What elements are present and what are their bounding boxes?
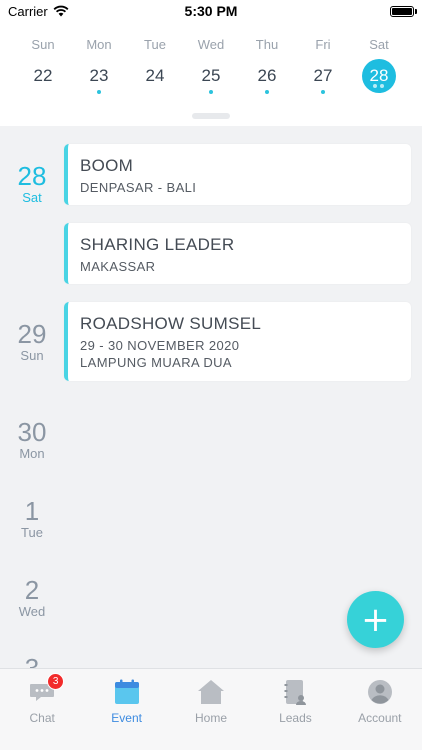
chat-icon: 3 — [28, 673, 65, 706]
event-location: LAMPUNG MUARA DUA — [80, 355, 232, 370]
account-icon — [366, 678, 394, 706]
day-name: Sat — [369, 37, 389, 52]
tab-leads[interactable]: Leads — [253, 669, 337, 750]
date-day-name: Sun — [20, 348, 44, 363]
day-name: Sun — [31, 37, 55, 52]
date-label: 29 Sun — [0, 320, 64, 363]
day-name: Tue — [144, 37, 166, 52]
day-number: 28 — [369, 66, 389, 85]
leads-icon — [281, 678, 309, 706]
day-name: Fri — [315, 37, 331, 52]
date-day-name: Tue — [21, 525, 43, 540]
day-tue[interactable]: Tue 24 — [127, 22, 183, 93]
event-location: MAKASSAR — [80, 259, 156, 274]
wifi-icon — [53, 5, 69, 17]
event-dots — [373, 84, 384, 88]
event-title: BOOM — [80, 156, 134, 175]
event-dates: 29 - 30 NOVEMBER 2020 — [80, 338, 240, 353]
day-name: Mon — [86, 37, 112, 52]
tab-home[interactable]: Home — [169, 669, 253, 750]
date-label: 30 Mon — [0, 418, 64, 461]
calendar-icon — [113, 678, 141, 706]
tab-chat[interactable]: 3 Chat — [0, 669, 84, 750]
tab-event[interactable]: Event — [84, 669, 168, 750]
event-location: DENPASAR - BALI — [80, 180, 197, 195]
week-days: Sun 22 Mon 23 Tue 24 Wed 25 Thu 26 Fri 2… — [0, 22, 422, 94]
day-number: 27 — [313, 66, 333, 85]
date-label: 2 Wed — [0, 576, 64, 619]
date-number: 28 — [17, 161, 47, 191]
day-sun[interactable]: Sun 22 — [15, 22, 71, 93]
status-bar: Carrier 5:30 PM — [0, 0, 422, 22]
day-thu[interactable]: Thu 26 — [239, 22, 295, 94]
tab-label: Event — [111, 711, 142, 725]
day-name: Wed — [197, 37, 225, 52]
date-number: 29 — [17, 319, 47, 349]
battery-icon — [390, 5, 417, 17]
day-number: 24 — [145, 66, 165, 85]
event-card[interactable]: BOOM DENPASAR - BALI — [64, 144, 411, 205]
tab-bar: 3 Chat Event Home Leads Account — [0, 668, 422, 750]
status-left: Carrier — [8, 4, 69, 19]
day-number: 22 — [33, 66, 53, 85]
day-mon[interactable]: Mon 23 — [71, 22, 127, 94]
day-number-wrap: 25 — [194, 59, 228, 94]
date-label-today: 28 Sat — [0, 162, 64, 205]
event-dot — [321, 90, 325, 94]
week-strip: Sun 22 Mon 23 Tue 24 Wed 25 Thu 26 Fri 2… — [0, 22, 422, 126]
add-event-button[interactable]: + — [347, 591, 404, 648]
date-number: 3 — [24, 653, 40, 668]
day-number-wrap: 23 — [82, 59, 116, 94]
event-card[interactable]: SHARING LEADER MAKASSAR — [64, 223, 411, 284]
event-dot — [97, 90, 101, 94]
tab-label: Home — [195, 711, 228, 725]
day-number-wrap: 24 — [138, 59, 172, 93]
tab-label: Account — [358, 711, 402, 725]
date-number: 1 — [24, 496, 40, 526]
day-number: 25 — [201, 66, 221, 85]
agenda-list[interactable]: 28 Sat BOOM DENPASAR - BALI SHARING LEAD… — [0, 126, 422, 668]
date-label: 1 Tue — [0, 497, 64, 540]
day-number: 26 — [257, 66, 277, 85]
event-dot — [209, 90, 213, 94]
carrier-label: Carrier — [8, 3, 48, 19]
day-number: 23 — [89, 66, 109, 85]
day-name: Thu — [255, 37, 279, 52]
tab-label: Chat — [29, 711, 55, 725]
day-number-wrap: 27 — [306, 59, 340, 94]
plus-icon: + — [361, 599, 390, 640]
home-icon — [197, 678, 225, 706]
unread-badge: 3 — [47, 673, 65, 690]
date-number: 2 — [24, 575, 40, 605]
tab-account[interactable]: Account — [338, 669, 422, 750]
day-number-wrap: 26 — [250, 59, 284, 94]
event-title: ROADSHOW SUMSEL — [80, 314, 262, 333]
date-label: 3 — [0, 654, 64, 668]
date-day-name: Wed — [18, 604, 46, 619]
day-fri[interactable]: Fri 27 — [295, 22, 351, 94]
event-card[interactable]: ROADSHOW SUMSEL 29 - 30 NOVEMBER 2020 LA… — [64, 302, 411, 381]
date-number: 30 — [17, 417, 47, 447]
date-day-name: Sat — [22, 190, 42, 205]
event-title: SHARING LEADER — [80, 235, 235, 254]
event-dot — [265, 90, 269, 94]
day-number-wrap: 28 — [362, 59, 396, 93]
drag-handle[interactable] — [192, 113, 230, 119]
day-sat-selected[interactable]: Sat 28 — [351, 22, 407, 93]
day-wed[interactable]: Wed 25 — [183, 22, 239, 94]
day-number-wrap: 22 — [26, 59, 60, 93]
date-day-name: Mon — [19, 446, 45, 461]
tab-label: Leads — [279, 711, 312, 725]
